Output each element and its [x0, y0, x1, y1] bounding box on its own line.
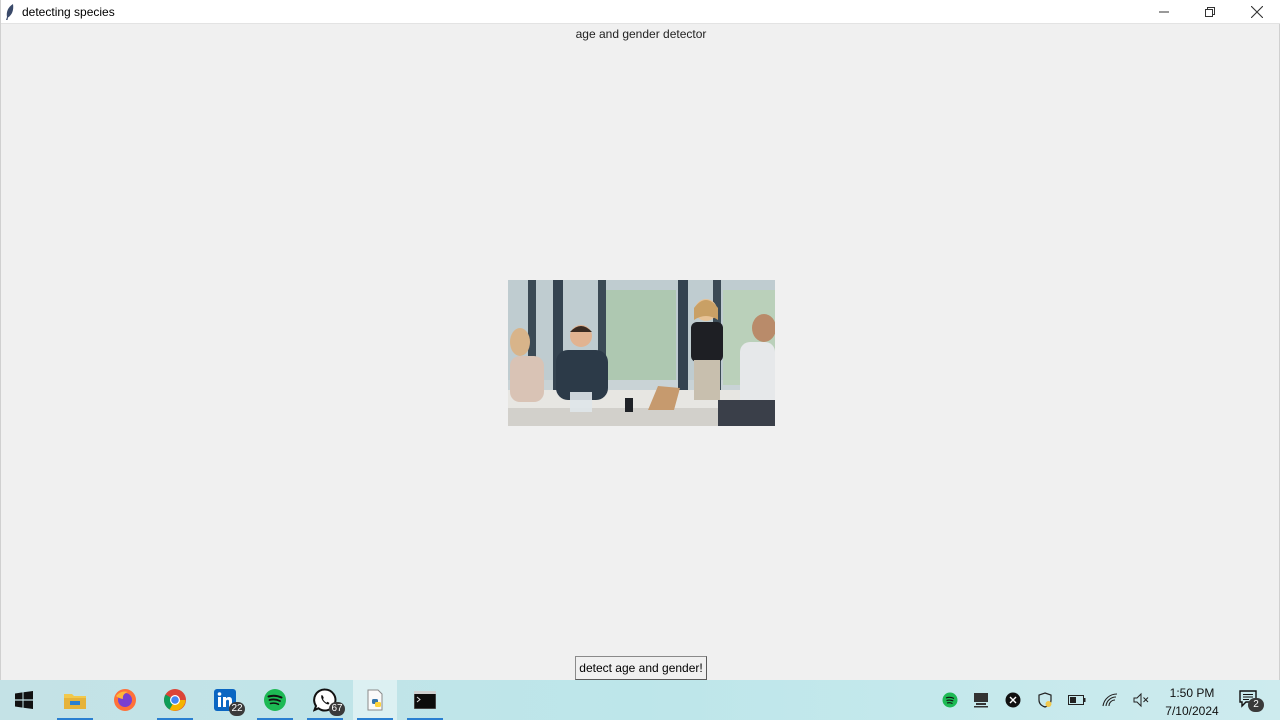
taskbar-terminal[interactable]: [403, 680, 447, 720]
start-button[interactable]: [2, 680, 46, 720]
clock-date: 7/10/2024: [1165, 704, 1219, 718]
tray-volume[interactable]: [1131, 690, 1151, 710]
taskbar-python-app[interactable]: [353, 680, 397, 720]
tray-wifi[interactable]: [1100, 690, 1120, 710]
page-title: age and gender detector: [575, 27, 707, 41]
minimize-icon: [1159, 11, 1169, 13]
taskbar-chrome[interactable]: [153, 680, 197, 720]
close-icon: [1251, 6, 1263, 18]
close-button[interactable]: [1234, 0, 1280, 24]
display-icon: [974, 693, 988, 708]
file-explorer-icon: [64, 694, 86, 709]
python-app-icon: [367, 689, 383, 711]
taskbar-spotify[interactable]: [253, 680, 297, 720]
taskbar-file-explorer[interactable]: [53, 680, 97, 720]
spotify-icon: [264, 689, 286, 711]
title-bar[interactable]: detecting species: [1, 0, 1280, 24]
taskbar-firefox[interactable]: [103, 680, 147, 720]
shield-icon: [1038, 692, 1052, 708]
volume-muted-icon: [1133, 692, 1149, 708]
wifi-icon: [1102, 693, 1118, 707]
minimize-button[interactable]: [1141, 0, 1187, 24]
notification-center[interactable]: 2: [1236, 688, 1264, 712]
tray-display[interactable]: [971, 690, 991, 710]
window-title: detecting species: [22, 5, 115, 19]
app-window: detecting species age and gender detecto…: [0, 0, 1280, 680]
spotify-tray-icon: [942, 692, 958, 708]
system-clock[interactable]: 1:50 PM 7/10/2024: [1158, 684, 1226, 720]
restore-button[interactable]: [1187, 0, 1233, 24]
tray-app[interactable]: [1003, 690, 1023, 710]
tray-security[interactable]: [1035, 690, 1055, 710]
meeting-photo: [508, 280, 775, 426]
linkedin-badge: 22: [229, 702, 245, 716]
taskbar: 22 67: [0, 680, 1280, 720]
clock-time: 1:50 PM: [1169, 686, 1215, 700]
tray-spotify[interactable]: [940, 690, 960, 710]
app-tray-icon: [1005, 692, 1021, 708]
battery-icon: [1068, 695, 1086, 705]
tray-battery[interactable]: [1067, 690, 1087, 710]
taskbar-whatsapp[interactable]: 67: [303, 680, 347, 720]
chrome-icon: [164, 689, 186, 711]
start-icon: [15, 691, 33, 709]
whatsapp-badge: 67: [329, 702, 345, 716]
detect-button[interactable]: detect age and gender!: [575, 656, 707, 680]
terminal-icon: [414, 691, 436, 709]
restore-icon: [1205, 7, 1215, 17]
notification-badge: 2: [1248, 698, 1264, 712]
taskbar-linkedin[interactable]: 22: [203, 680, 247, 720]
firefox-icon: [114, 689, 136, 711]
feather-icon: [6, 4, 14, 20]
